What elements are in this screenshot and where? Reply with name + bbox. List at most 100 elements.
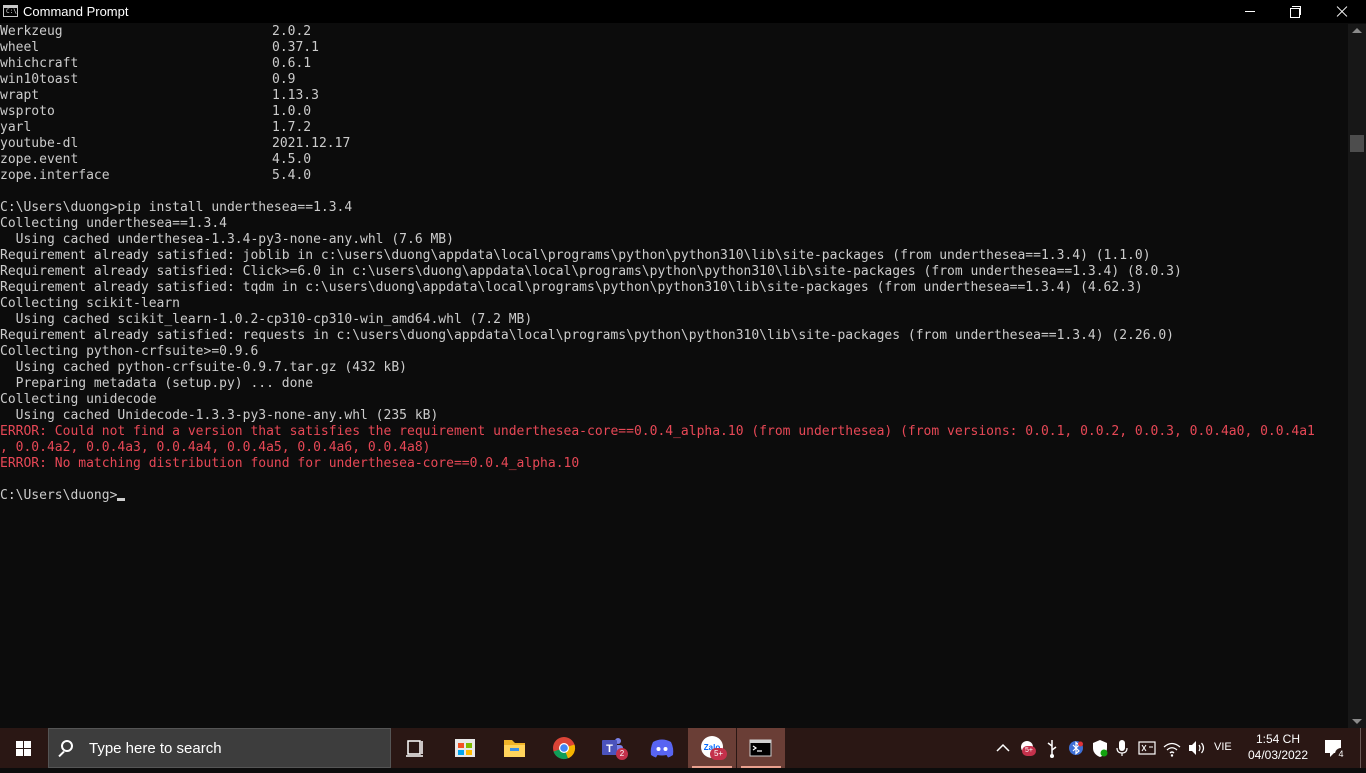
search-icon [61, 740, 73, 752]
start-button[interactable] [0, 728, 48, 768]
prompt-text: C:\Users\duong> [0, 488, 118, 503]
package-line: wsproto 1.0.0 [0, 104, 1348, 120]
output-line: Using cached Unidecode-1.3.3-py3-none-an… [0, 408, 439, 423]
output-line: Using cached scikit_learn-1.0.2-cp310-cp… [0, 312, 533, 327]
scroll-down-arrow-icon[interactable] [1352, 719, 1362, 724]
taskbar-microsoft-store[interactable] [441, 728, 489, 768]
command-output: C:\Users\duong>pip install underthesea==… [0, 184, 1348, 424]
minimize-button[interactable] [1227, 0, 1273, 23]
teams-icon: T [602, 738, 623, 755]
restore-button[interactable] [1273, 0, 1319, 23]
vertical-scrollbar[interactable] [1348, 24, 1366, 728]
package-version: 1.0.0 [272, 104, 312, 119]
package-version: 1.13.3 [272, 88, 319, 103]
clock[interactable]: 1:54 CH 04/03/2022 [1244, 731, 1312, 763]
tray-wifi-button[interactable] [1160, 728, 1184, 768]
package-version: 0.6.1 [272, 56, 312, 71]
zalo-badge: 5+ [710, 748, 727, 760]
package-name: wrapt [0, 88, 40, 103]
shield-icon [1093, 740, 1108, 757]
package-version: 2021.12.17 [272, 136, 351, 151]
package-name: youtube-dl [0, 136, 79, 151]
output-line: Using cached python-crfsuite-0.9.7.tar.g… [0, 360, 407, 375]
task-view-button[interactable] [392, 728, 440, 768]
output-line: Requirement already satisfied: requests … [0, 328, 1174, 343]
tray-bluetooth-button[interactable] [1064, 728, 1088, 768]
output-line: Using cached underthesea-1.3.4-py3-none-… [0, 232, 454, 247]
package-line: whichcraft 0.6.1 [0, 56, 1348, 72]
output-line: Preparing metadata (setup.py) ... done [0, 376, 314, 391]
windows-logo-pane [24, 741, 31, 748]
package-version: 5.4.0 [272, 168, 312, 183]
usb-icon [1047, 740, 1057, 758]
tray-usb-button[interactable] [1041, 728, 1063, 768]
microphone-icon [1116, 740, 1128, 756]
taskbar-discord[interactable] [638, 728, 686, 768]
package-name: whichcraft [0, 56, 79, 71]
teams-badge: 2 [616, 748, 628, 760]
package-list: Werkzeug 2.0.2 wheel 0.37.1 whichcraft 0.6.1 w… [0, 24, 1348, 184]
package-name: yarl [0, 120, 32, 135]
error-output: ERROR: Could not find a version that sat… [0, 424, 1348, 472]
prompt-line[interactable]: C:\Users\duong> [0, 488, 1348, 504]
close-button[interactable] [1319, 0, 1365, 23]
package-version: 2.0.2 [272, 24, 312, 39]
tray-volume-button[interactable] [1184, 728, 1208, 768]
scroll-up-arrow-icon[interactable] [1352, 28, 1362, 33]
package-line: wheel 0.37.1 [0, 40, 1348, 56]
error-line: , 0.0.4a2, 0.0.4a3, 0.0.4a4, 0.0.4a5, 0.… [0, 440, 431, 455]
discord-icon [650, 739, 674, 758]
microsoft-store-icon [455, 739, 475, 757]
tray-badge: 5+ [1022, 746, 1036, 756]
package-line: zope.interface 5.4.0 [0, 168, 1348, 184]
taskbar-file-explorer[interactable] [490, 728, 538, 768]
taskbar-command-prompt[interactable] [737, 728, 785, 768]
search-box[interactable]: Type here to search [48, 728, 391, 768]
show-hidden-icons-button[interactable] [992, 728, 1014, 768]
tray-microphone-button[interactable] [1112, 728, 1132, 768]
taskbar-zalo[interactable]: Zalo 5+ [688, 728, 736, 768]
package-version: 4.5.0 [272, 152, 312, 167]
scrollbar-thumb[interactable] [1350, 135, 1364, 152]
output-line: C:\Users\duong>pip install underthesea==… [0, 200, 353, 215]
package-version: 1.7.2 [272, 120, 312, 135]
wifi-icon [1163, 742, 1181, 757]
taskbar-teams[interactable]: T 2 [589, 728, 637, 768]
windows-logo-pane [24, 749, 31, 756]
output-line: Collecting python-crfsuite>=0.9.6 [0, 344, 259, 359]
clock-date: 04/03/2022 [1247, 748, 1309, 762]
package-name: Werkzeug [0, 24, 63, 39]
output-line: Requirement already satisfied: joblib in… [0, 248, 1151, 263]
notification-count: 4 [1335, 748, 1347, 760]
console-output[interactable]: Werkzeug 2.0.2 wheel 0.37.1 whichcraft 0.6.1 w… [0, 24, 1348, 728]
title-bar[interactable]: C:\ Command Prompt [0, 0, 1366, 23]
package-line: yarl 1.7.2 [0, 120, 1348, 136]
tray-security-button[interactable] [1089, 728, 1111, 768]
tray-input-method-button[interactable] [1135, 728, 1159, 768]
package-line: zope.event 4.5.0 [0, 152, 1348, 168]
task-view-icon [406, 740, 423, 757]
file-explorer-icon [504, 740, 525, 757]
speaker-icon [1189, 741, 1205, 755]
package-name: win10toast [0, 72, 79, 87]
package-name: wheel [0, 40, 40, 55]
package-version: 0.37.1 [272, 40, 319, 55]
show-desktop-button[interactable] [1360, 728, 1366, 768]
package-line: win10toast 0.9 [0, 72, 1348, 88]
language-indicator[interactable]: VIE [1214, 740, 1232, 754]
svg-text:T: T [606, 743, 613, 755]
tray-app-notification[interactable]: 5+ [1016, 728, 1040, 768]
output-line: Collecting scikit-learn [0, 296, 181, 311]
command-prompt-icon [749, 739, 772, 757]
taskbar-chrome[interactable] [540, 728, 588, 768]
error-line: ERROR: Could not find a version that sat… [0, 424, 1315, 439]
package-line: youtube-dl 2021.12.17 [0, 136, 1348, 152]
action-center-button[interactable]: 4 [1318, 728, 1348, 768]
package-version: 0.9 [272, 72, 296, 87]
output-line: Collecting underthesea==1.3.4 [0, 216, 227, 231]
command-prompt-icon: C:\ [3, 5, 18, 17]
text-cursor [117, 498, 126, 501]
package-line: Werkzeug 2.0.2 [0, 24, 1348, 40]
bluetooth-icon [1069, 741, 1083, 755]
